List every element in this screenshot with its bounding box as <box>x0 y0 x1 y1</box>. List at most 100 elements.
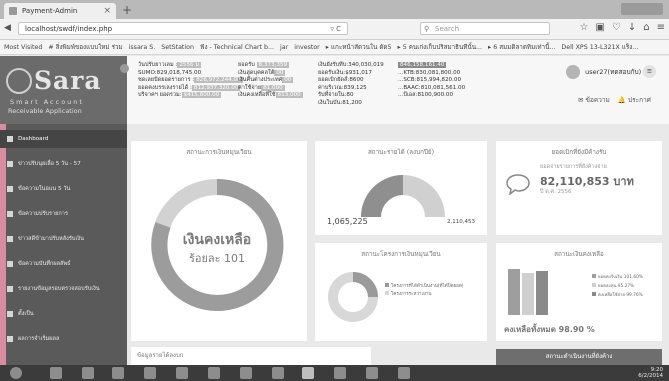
url-bar[interactable]: localhost/swdf/index.php ▿ C <box>18 22 348 35</box>
taskbar-app-icon[interactable] <box>272 367 284 379</box>
bookmark-item[interactable]: Most Visited <box>4 44 42 51</box>
favicon-icon <box>9 7 17 15</box>
menu-icon[interactable]: ≡ <box>657 22 665 33</box>
bookmark-item[interactable]: jar <box>280 44 288 51</box>
bookmarks-bar: Most Visited # สิ่งพิมพ์ของแบบใหม่ ร่วม is… <box>0 40 669 55</box>
sidebar-item[interactable]: รายงานข้อมูลรอบตรวจสอบรับเงิน <box>0 280 127 298</box>
sidebar-item-icon <box>7 236 13 242</box>
bookmark-item[interactable]: ▸ แกะหน้าสัดวนใน ดัด5 <box>326 44 392 51</box>
sidebar-item-icon <box>7 136 13 142</box>
taskbar-app-icon[interactable] <box>398 367 410 379</box>
browser-tab[interactable]: Payment-Admin × <box>4 3 116 19</box>
taskbar-app-icon[interactable] <box>82 367 94 379</box>
balance-footer: คงเหลือทั้งหมด 98.90 % <box>504 325 595 334</box>
header-stat-label: เงินคงเหลือที่ใช้ <box>238 92 276 99</box>
bottom-right-label: สถานะดำเนินงานที่ยังค้าง <box>545 353 613 360</box>
taskbar-browser-icon[interactable] <box>302 367 314 379</box>
header-stat-label: SUMO: <box>138 69 157 76</box>
home-icon[interactable]: ⌂ <box>643 22 649 33</box>
status-card: สถานะการเงินหมุนเวียน เงินคงเหลือ ร้อยละ… <box>131 141 307 341</box>
project-donut-segment <box>352 272 378 298</box>
header-stat-value: 826,972,244.00 <box>194 77 243 84</box>
header-stat-label: ชดเลยปัดยอดรายการ : <box>138 77 195 84</box>
sidebar-item-label: ผลการจำเริ่มผลล <box>18 336 60 342</box>
status-center-sub: ร้อยละ 101 <box>188 252 246 265</box>
bookmark-item[interactable]: investor <box>294 44 320 51</box>
search-placeholder: Search <box>435 25 460 33</box>
header-links: ✉ ข้อความ 🔔 ประกาศ <box>578 95 651 105</box>
header-stat-row: รับที่จ่ายใน:80 <box>318 92 384 100</box>
taskbar-app-icon[interactable] <box>208 367 220 379</box>
header-stat-value: 8,373,359 <box>256 62 290 68</box>
header-stat-row: ...SCB:815,994,820.00 <box>398 77 465 85</box>
header-stat-label: ยอดรับเงิน: <box>318 69 346 76</box>
more-menu-icon[interactable]: ≡ <box>643 65 656 78</box>
sidebar-item-label: ข้อความปรับรายการ <box>18 211 68 217</box>
header-stat-value: $415,800.00 <box>181 92 222 99</box>
messages-link[interactable]: ✉ ข้อความ <box>578 96 610 104</box>
sidebar-item[interactable]: ผลการจำเริ่มผลล <box>0 330 127 348</box>
project-donut-chart <box>328 272 378 322</box>
status-center-main: เงินคงเหลือ <box>182 232 252 248</box>
tab-close-icon[interactable]: × <box>103 3 111 19</box>
header-stat-value: 81,000 <box>261 84 285 91</box>
due-card: ยอดเบิกที่ยังมีค้างรับ ยอดจ่ายรายการที่ย… <box>496 141 662 235</box>
taskbar-app-icon[interactable] <box>366 367 378 379</box>
project-legend-item: โครงการที่ได้ดำเนินงาน(ที่ได้ปิดยอด) <box>385 283 464 291</box>
project-card-title: สถานะโครงการเงินหมุนเวียน <box>361 251 441 258</box>
header-stat-row: ชดเลยปัดยอดรายการ :826,972,244.00 <box>138 77 243 85</box>
bookmark-item[interactable]: issara S. <box>129 44 156 51</box>
sidebar-item[interactable]: ข้อความปรับรายการ <box>0 205 127 223</box>
bookmark-item[interactable]: SetStation <box>161 44 194 51</box>
bookmark-item[interactable]: # สิ่งพิมพ์ของแบบใหม่ ร่วม <box>48 44 122 51</box>
sidebar-item-label: ข่าวสดีข้ามาปรับหลังรับเงิน <box>18 236 84 242</box>
logo-circle-icon <box>6 68 32 94</box>
sidebar-item-label: ข้อความบันทึกผลลัพธ์ <box>18 261 71 267</box>
back-icon[interactable]: ◀ <box>4 23 11 33</box>
bottom-left-label: ข้อมูลรายได้ลงบก <box>137 352 184 359</box>
notices-link[interactable]: 🔔 ประกาศ <box>618 96 651 104</box>
sidebar-item[interactable]: ข้อความในอแน 5 วัน <box>0 180 127 198</box>
url-controls[interactable]: ▿ C <box>330 23 341 36</box>
window-controls[interactable] <box>621 3 663 15</box>
avatar <box>566 65 580 79</box>
new-tab-button[interactable]: + <box>120 3 134 17</box>
taskbar-clock[interactable]: 9:20 6/2/2014 <box>638 367 663 379</box>
taskbar-app-icon[interactable] <box>240 367 252 379</box>
reader-icon[interactable]: ▣ <box>595 22 604 33</box>
header-stat-value: 829,018,745.00 <box>156 69 202 76</box>
balance-legend: ยอดคงรับเงิน 101.60% ยอดลงทุน 95.27% คงเ… <box>592 273 643 300</box>
taskbar-app-icon[interactable] <box>334 367 346 379</box>
browser-search-input[interactable]: ⚲ Search <box>420 22 550 35</box>
logo-subtitle-1: Smart Account <box>10 98 84 106</box>
sidebar-item[interactable]: Dashboard <box>0 130 127 148</box>
taskbar-app-icon[interactable] <box>176 367 188 379</box>
project-legend: โครงการที่ได้ดำเนินงาน(ที่ได้ปิดยอด) โคร… <box>385 283 464 299</box>
bottom-right-card: สถานะดำเนินงานที่ยังค้าง <box>496 349 662 365</box>
bookmark-item[interactable]: ฟัง - Technical Chart b... <box>200 44 274 51</box>
bookmark-item[interactable]: Dell XPS 13-L321X แร็ง... <box>561 44 638 51</box>
balance-legend-item: ยอดคงรับเงิน 101.60% <box>592 273 643 282</box>
sidebar-item-icon <box>7 211 13 217</box>
sidebar-item[interactable]: ข่าวสดีข้ามาปรับหลังรับเงิน <box>0 230 127 248</box>
bookmark-item[interactable]: ▸ 5 คนเก่งเก็บปริสมาธินทีนั้น... <box>398 44 483 51</box>
taskbar-app-icon[interactable] <box>144 367 156 379</box>
bookmark-item[interactable]: ▸ 6 สมมดิลาดทิมเท่านี้... <box>488 44 555 51</box>
collapse-toggle[interactable] <box>120 64 129 73</box>
user-menu[interactable]: user27(ทดสอบกับ) ▾ ≡ <box>566 64 656 80</box>
taskbar-word-icon[interactable] <box>112 367 124 379</box>
due-card-title: ยอดเบิกที่ยังมีค้างรับ <box>551 149 607 156</box>
sidebar-item[interactable]: ข่าวปรับนุยเลื่อ 5 วัน - 57 <box>0 155 127 173</box>
taskbar-app-icon[interactable] <box>50 367 62 379</box>
download-icon[interactable]: ↓ <box>628 22 636 33</box>
sidebar-item[interactable]: ตั้งเป็น <box>0 305 127 323</box>
start-button[interactable] <box>10 367 22 379</box>
header-stat-value: 8100,900.00 <box>417 92 454 99</box>
star-icon[interactable]: ☆ <box>579 22 588 33</box>
pocket-icon[interactable]: ♡ <box>612 22 621 33</box>
header-stat-label: ยอดเบิกยัดส์: <box>318 77 350 84</box>
header-stat-row: เงินยังรับทีบ:340,030,019 <box>318 62 384 70</box>
sidebar-item[interactable]: ข้อความบันทึกผลลัพธ์ <box>0 255 127 273</box>
header-stat-value: 80 <box>346 92 354 99</box>
header-col-1: วันปรับยาวเลม :2556 ม SUMO:829,018,745.00… <box>138 62 243 100</box>
